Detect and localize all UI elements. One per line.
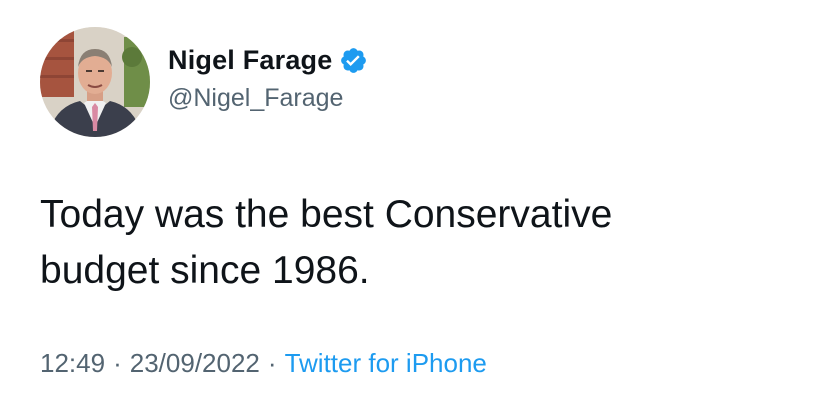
display-name[interactable]: Nigel Farage bbox=[168, 45, 332, 76]
meta-separator: · bbox=[113, 348, 122, 378]
verified-badge-icon bbox=[339, 46, 368, 75]
tweet-text: Today was the best Conservative budget s… bbox=[40, 187, 800, 299]
avatar[interactable] bbox=[40, 27, 150, 137]
meta-separator: · bbox=[267, 348, 277, 378]
tweet-date[interactable]: 23/09/2022 bbox=[130, 348, 260, 378]
author-name-row: Nigel Farage bbox=[168, 40, 368, 80]
tweet-time[interactable]: 12:49 bbox=[40, 348, 105, 378]
tweet-source-link[interactable]: Twitter for iPhone bbox=[285, 348, 487, 378]
tweet-text-line: budget since 1986. bbox=[40, 249, 370, 292]
avatar-image bbox=[40, 27, 150, 137]
tweet-card: Nigel Farage @Nigel_Farage Today was the… bbox=[0, 0, 828, 401]
tweet-meta: 12:49 · 23/09/2022 · Twitter for iPhone bbox=[40, 348, 487, 379]
user-handle[interactable]: @Nigel_Farage bbox=[168, 84, 343, 113]
tweet-text-line: Today was the best Conservative bbox=[40, 193, 613, 236]
